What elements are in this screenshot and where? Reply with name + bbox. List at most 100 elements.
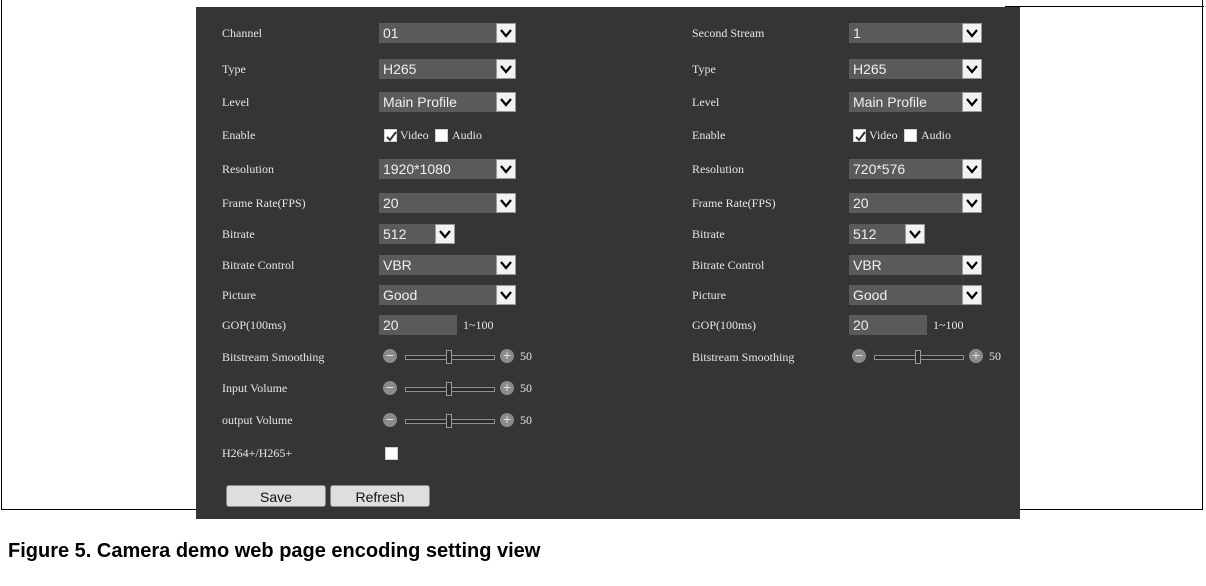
video-checkbox[interactable] bbox=[384, 129, 397, 142]
second-stream-select[interactable]: 1 bbox=[849, 23, 982, 43]
chevron-down-icon[interactable] bbox=[435, 224, 455, 244]
level-select[interactable]: Main Profile bbox=[379, 92, 516, 112]
save-button[interactable]: Save bbox=[226, 485, 326, 507]
chevron-down-icon[interactable] bbox=[962, 23, 982, 43]
frame-rate-select[interactable]: 20 bbox=[849, 193, 982, 213]
minus-button[interactable]: − bbox=[383, 349, 397, 363]
resolution-select[interactable]: 1920*1080 bbox=[379, 159, 516, 179]
refresh-button[interactable]: Refresh bbox=[330, 485, 430, 507]
type-select[interactable]: H265 bbox=[849, 59, 982, 79]
bitrate-control-value: VBR bbox=[853, 257, 882, 273]
picture-select[interactable]: Good bbox=[379, 285, 516, 305]
minus-icon: − bbox=[385, 349, 395, 362]
level-select[interactable]: Main Profile bbox=[849, 92, 982, 112]
audio-checkbox[interactable] bbox=[904, 129, 917, 142]
slider-thumb[interactable] bbox=[446, 350, 452, 364]
frame-rate-select[interactable]: 20 bbox=[379, 193, 516, 213]
plus-button[interactable]: + bbox=[500, 381, 514, 395]
chevron-down-icon[interactable] bbox=[962, 193, 982, 213]
minus-icon: − bbox=[854, 349, 864, 362]
audio-label: Audio bbox=[921, 128, 951, 142]
type-label: Type bbox=[692, 62, 716, 76]
picture-label: Picture bbox=[222, 288, 256, 302]
audio-checkbox[interactable] bbox=[435, 129, 448, 142]
gop-input[interactable]: 20 bbox=[379, 315, 457, 335]
channel-value: 01 bbox=[383, 25, 399, 41]
video-label: Video bbox=[869, 128, 898, 142]
bitrate-control-value: VBR bbox=[383, 257, 412, 273]
encoding-settings-panel: Channel 01 Type H265 Level Main Profile … bbox=[196, 7, 1020, 519]
frame-rate-value: 20 bbox=[383, 195, 399, 211]
picture-select[interactable]: Good bbox=[849, 285, 982, 305]
resolution-value: 1920*1080 bbox=[383, 161, 451, 177]
picture-value: Good bbox=[853, 287, 888, 303]
type-value: H265 bbox=[383, 61, 417, 77]
slider-thumb[interactable] bbox=[446, 382, 452, 396]
input-volume-slider[interactable]: − + 50 bbox=[383, 380, 543, 398]
frame-rate-value: 20 bbox=[853, 195, 869, 211]
chevron-down-icon[interactable] bbox=[905, 224, 925, 244]
picture-label: Picture bbox=[692, 288, 726, 302]
input-volume-value: 50 bbox=[520, 381, 532, 395]
resolution-select[interactable]: 720*576 bbox=[849, 159, 982, 179]
gop-range: 1~100 bbox=[463, 318, 494, 332]
bitrate-control-label: Bitrate Control bbox=[692, 258, 765, 272]
slider-thumb[interactable] bbox=[915, 350, 921, 364]
chevron-down-icon[interactable] bbox=[496, 23, 516, 43]
chevron-down-icon[interactable] bbox=[496, 285, 516, 305]
output-volume-slider[interactable]: − + 50 bbox=[383, 412, 543, 430]
bitstream-smoothing-value: 50 bbox=[989, 349, 1001, 363]
bitrate-select[interactable]: 512 bbox=[379, 224, 455, 244]
bitrate-control-select[interactable]: VBR bbox=[379, 255, 516, 275]
chevron-down-icon[interactable] bbox=[962, 59, 982, 79]
gop-label: GOP(100ms) bbox=[222, 318, 287, 332]
video-checkbox[interactable] bbox=[853, 129, 866, 142]
level-value: Main Profile bbox=[853, 94, 927, 110]
chevron-down-icon[interactable] bbox=[962, 159, 982, 179]
h264plus-checkbox[interactable] bbox=[385, 447, 398, 460]
level-label: Level bbox=[692, 95, 720, 109]
gop-label: GOP(100ms) bbox=[692, 318, 757, 332]
bitstream-smoothing-slider[interactable]: − + 50 bbox=[852, 348, 1012, 366]
minus-button[interactable]: − bbox=[383, 381, 397, 395]
frame-rate-label: Frame Rate(FPS) bbox=[222, 196, 306, 210]
frame-top-line bbox=[1005, 6, 1204, 7]
plus-icon: + bbox=[502, 381, 512, 394]
channel-select[interactable]: 01 bbox=[379, 23, 516, 43]
chevron-down-icon[interactable] bbox=[962, 285, 982, 305]
type-select[interactable]: H265 bbox=[379, 59, 516, 79]
bitstream-smoothing-slider[interactable]: − + 50 bbox=[383, 348, 543, 366]
resolution-label: Resolution bbox=[222, 162, 275, 176]
plus-button[interactable]: + bbox=[500, 349, 514, 363]
bitrate-select[interactable]: 512 bbox=[849, 224, 925, 244]
gop-input[interactable]: 20 bbox=[849, 315, 927, 335]
bitrate-label: Bitrate bbox=[222, 227, 255, 241]
minus-icon: − bbox=[385, 381, 395, 394]
minus-button[interactable]: − bbox=[383, 413, 397, 427]
slider-thumb[interactable] bbox=[446, 414, 452, 428]
plus-button[interactable]: + bbox=[969, 349, 983, 363]
type-label: Type bbox=[222, 62, 246, 76]
gop-range: 1~100 bbox=[933, 318, 964, 332]
level-label: Level bbox=[222, 95, 250, 109]
plus-icon: + bbox=[502, 413, 512, 426]
figure-caption: Figure 5. Camera demo web page encoding … bbox=[8, 540, 541, 562]
chevron-down-icon[interactable] bbox=[962, 255, 982, 275]
chevron-down-icon[interactable] bbox=[496, 193, 516, 213]
bitrate-control-select[interactable]: VBR bbox=[849, 255, 982, 275]
chevron-down-icon[interactable] bbox=[962, 92, 982, 112]
picture-value: Good bbox=[383, 287, 418, 303]
resolution-label: Resolution bbox=[692, 162, 745, 176]
chevron-down-icon[interactable] bbox=[496, 159, 516, 179]
bitrate-control-label: Bitrate Control bbox=[222, 258, 295, 272]
plus-button[interactable]: + bbox=[500, 413, 514, 427]
output-volume-value: 50 bbox=[520, 413, 532, 427]
chevron-down-icon[interactable] bbox=[496, 255, 516, 275]
h264plus-label: H264+/H265+ bbox=[222, 446, 293, 460]
minus-button[interactable]: − bbox=[852, 349, 866, 363]
bitstream-smoothing-value: 50 bbox=[520, 349, 532, 363]
bitrate-value: 512 bbox=[383, 226, 407, 242]
input-volume-label: Input Volume bbox=[222, 381, 288, 395]
chevron-down-icon[interactable] bbox=[496, 59, 516, 79]
chevron-down-icon[interactable] bbox=[496, 92, 516, 112]
